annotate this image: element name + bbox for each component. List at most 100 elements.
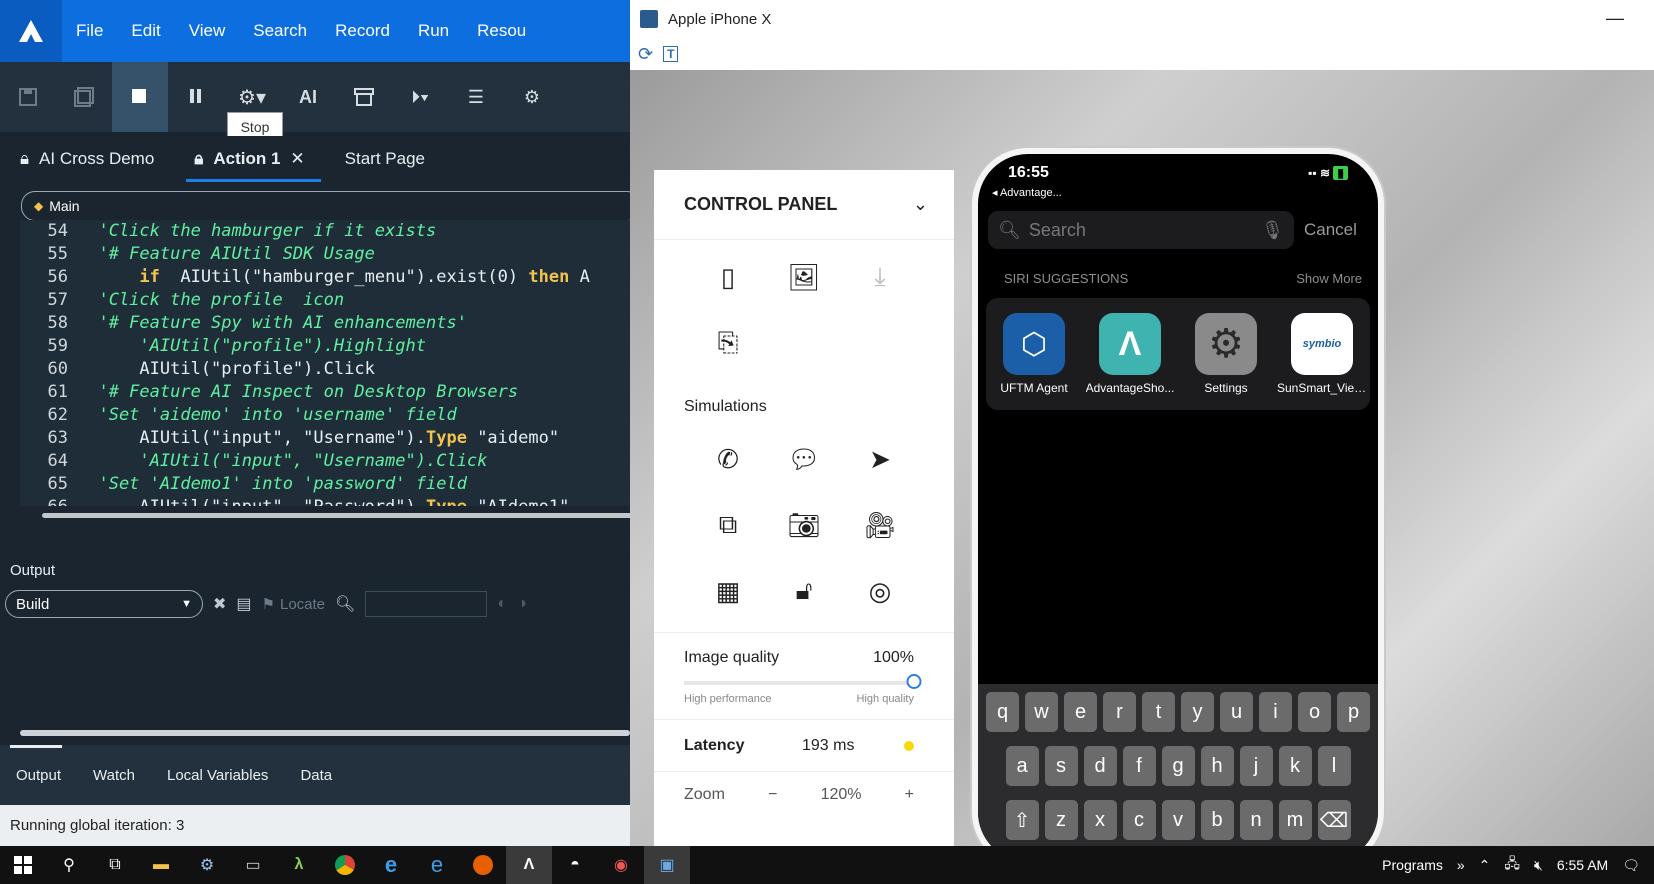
device-mirror-taskbar-icon[interactable]: ▣: [644, 846, 690, 884]
microphone-icon[interactable]: 🎙︎: [1261, 220, 1284, 241]
phone-call-icon[interactable]: ✆: [690, 426, 766, 492]
menu-record[interactable]: Record: [321, 0, 404, 62]
archive-icon[interactable]: [336, 62, 392, 132]
output-filter-select[interactable]: Build ▼: [5, 590, 203, 618]
windows-start-icon[interactable]: [0, 846, 46, 884]
output-search-input[interactable]: [365, 591, 488, 617]
keyboard-key[interactable]: u: [1220, 692, 1253, 732]
keyboard-key[interactable]: a: [1005, 746, 1039, 786]
menu-file[interactable]: File: [62, 0, 117, 62]
keyboard-key[interactable]: p: [1337, 692, 1370, 732]
code-line[interactable]: 63 AIUtil("input", "Username"). Type "aid…: [20, 427, 630, 450]
image-quality-slider[interactable]: [684, 674, 922, 689]
settings-gear-icon[interactable]: ⚙: [504, 62, 560, 132]
code-line[interactable]: 54 'Click the hamburger if it exists: [20, 220, 630, 243]
stop-button[interactable]: [112, 62, 168, 132]
zoom-out-icon[interactable]: −: [768, 786, 777, 804]
spotlight-search-input[interactable]: 🔍︎ Search 🎙︎: [988, 211, 1294, 249]
code-line[interactable]: 64 'AIUtil("input", "Username").Click: [20, 450, 630, 473]
tab-ai-cross-demo[interactable]: 🔒︎ AI Cross Demo: [0, 136, 174, 182]
video-camera-icon[interactable]: 🎥︎: [842, 492, 918, 558]
keyboard-key[interactable]: o: [1298, 692, 1331, 732]
search-icon[interactable]: ⚲: [46, 846, 92, 884]
copy-output-icon[interactable]: ▤: [236, 594, 251, 614]
keyboard-key[interactable]: b: [1200, 800, 1234, 840]
tab-local-variables[interactable]: Local Variables: [151, 745, 284, 805]
clear-output-icon[interactable]: ✖: [213, 594, 226, 614]
camera-icon[interactable]: 📷︎: [766, 492, 842, 558]
cancel-button[interactable]: Cancel: [1304, 220, 1357, 240]
lambda-app-icon[interactable]: λ: [276, 846, 322, 884]
keyboard-key[interactable]: x: [1083, 800, 1117, 840]
keyboard-key[interactable]: e: [1064, 692, 1097, 732]
notifications-icon[interactable]: 🗨︎: [1622, 857, 1640, 874]
network-icon[interactable]: 🖧︎: [1504, 853, 1520, 877]
menu-view[interactable]: View: [175, 0, 240, 62]
location-arrow-icon[interactable]: ➤: [842, 426, 918, 492]
output-horizontal-scrollbar[interactable]: [20, 730, 630, 736]
network-virtualization-icon[interactable]: ◎: [842, 558, 918, 624]
find-prev-icon[interactable]: ◐: [497, 595, 507, 613]
find-icon[interactable]: 🔍︎: [335, 594, 355, 614]
text-recognition-icon[interactable]: T: [663, 46, 679, 62]
steps-list-icon[interactable]: ☰: [448, 62, 504, 132]
media-app-icon[interactable]: ◉: [598, 846, 644, 884]
keyboard-key[interactable]: ⇧: [1005, 800, 1039, 840]
app-uftm-agent[interactable]: ⬡ UFTM Agent: [989, 313, 1079, 395]
edge-icon[interactable]: e: [414, 846, 460, 884]
tab-data[interactable]: Data: [284, 745, 348, 805]
keyboard-key[interactable]: s: [1044, 746, 1078, 786]
iphone-screen[interactable]: 16:55 ▪▪ ≋ ▮ ◂ Advantage... 🔍︎ Search 🎙︎…: [972, 148, 1384, 846]
keyboard-key[interactable]: r: [1103, 692, 1136, 732]
code-line[interactable]: 57 'Click the profile icon: [20, 289, 630, 312]
terminal-icon[interactable]: ▭: [230, 846, 276, 884]
device-orientation-icon[interactable]: ▯: [690, 244, 766, 310]
tab-start-page[interactable]: Start Page: [325, 136, 445, 182]
file-explorer-icon[interactable]: ▬: [138, 846, 184, 884]
screenshot-image-icon[interactable]: 🖼︎: [766, 244, 842, 310]
keyboard-key[interactable]: q: [986, 692, 1019, 732]
menu-search[interactable]: Search: [239, 0, 321, 62]
tab-output[interactable]: Output: [0, 745, 77, 805]
save-icon[interactable]: [0, 62, 56, 132]
download-icon[interactable]: ⤓: [842, 244, 918, 310]
keyboard-key[interactable]: h: [1200, 746, 1234, 786]
pause-button[interactable]: [168, 62, 224, 132]
text-copy-icon[interactable]: ⎘: [690, 310, 766, 376]
chevron-up-icon[interactable]: ⌃: [1479, 857, 1491, 874]
keyboard-key[interactable]: f: [1122, 746, 1156, 786]
close-icon[interactable]: ✕: [290, 149, 304, 169]
zoom-in-icon[interactable]: +: [905, 786, 914, 804]
code-line[interactable]: 61 '# Feature AI Inspect on Desktop Brow…: [20, 381, 630, 404]
ie-icon[interactable]: e: [368, 846, 414, 884]
keyboard-key[interactable]: j: [1239, 746, 1273, 786]
task-view-icon[interactable]: ⧉: [92, 846, 138, 884]
keyboard-key[interactable]: g: [1161, 746, 1195, 786]
code-editor[interactable]: 54 'Click the hamburger if it exists 55 '…: [20, 220, 630, 506]
keyboard-key[interactable]: t: [1142, 692, 1175, 732]
keyboard-key[interactable]: m: [1278, 800, 1312, 840]
code-line[interactable]: 65 'Set 'AIdemo1' into 'password' field: [20, 473, 630, 496]
locate-button[interactable]: ⚑ Locate: [262, 595, 326, 614]
programs-toolbar[interactable]: Programs: [1382, 857, 1443, 873]
chevron-more-icon[interactable]: »: [1457, 857, 1465, 873]
slider-handle[interactable]: [906, 674, 922, 689]
uft-taskbar-icon[interactable]: Λ: [506, 846, 552, 884]
save-all-icon[interactable]: [56, 62, 112, 132]
sms-message-icon[interactable]: 💬︎: [766, 426, 842, 492]
code-line[interactable]: 58 '# Feature Spy with AI enhancements': [20, 312, 630, 335]
app-logo-icon[interactable]: [0, 0, 62, 62]
code-line[interactable]: 56 if AIUtil("hamburger_menu").exist(0) …: [20, 266, 630, 289]
minimize-icon[interactable]: —: [1606, 8, 1624, 29]
keyboard-key[interactable]: n: [1239, 800, 1273, 840]
chrome-icon[interactable]: [322, 846, 368, 884]
code-line[interactable]: 60 AIUtil("profile").Click: [20, 358, 630, 381]
keyboard-key[interactable]: y: [1181, 692, 1214, 732]
keyboard-key[interactable]: d: [1083, 746, 1117, 786]
editor-horizontal-scrollbar[interactable]: [28, 511, 630, 519]
keyboard-key[interactable]: i: [1259, 692, 1292, 732]
settings-app-icon[interactable]: ⚙: [184, 846, 230, 884]
code-line[interactable]: 55 '# Feature AIUtil SDK Usage: [20, 243, 630, 266]
app-advantage-shopping[interactable]: Λ AdvantageSho...: [1085, 313, 1175, 395]
code-line[interactable]: 59 'AIUtil("profile").Highlight: [20, 335, 630, 358]
